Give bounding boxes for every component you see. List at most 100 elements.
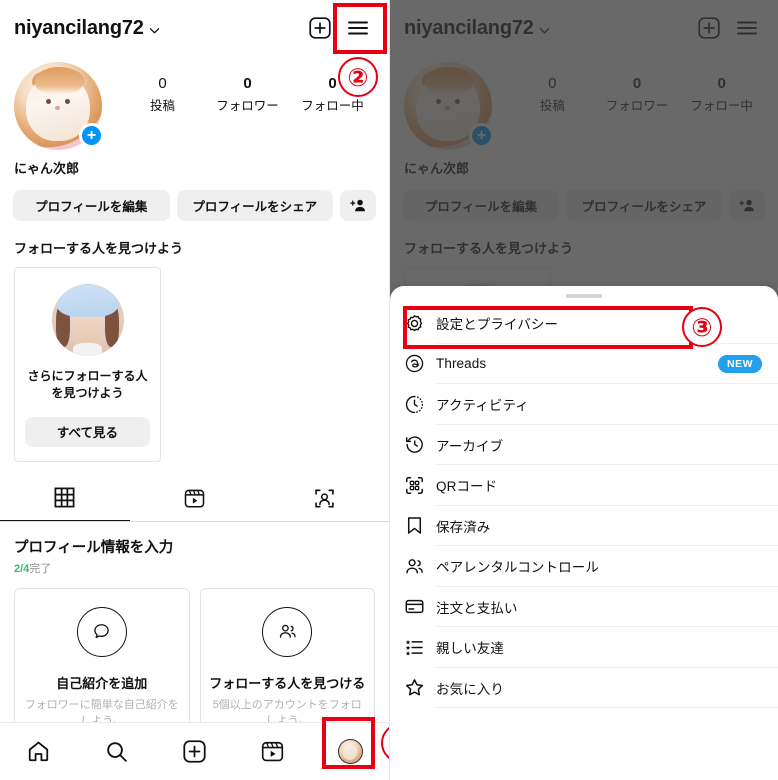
tab-tagged[interactable]	[259, 476, 389, 521]
completion-card-follow-body-line1: 5個以上のアカウントをフォロ	[212, 698, 362, 711]
annotation-marker-3: ③	[682, 307, 722, 347]
annotation-marker-2: ②	[338, 57, 378, 97]
screenshot-stage: niyancilang72 + 0 投稿 0 フォロワー 0 フォロー中 にゃん…	[0, 0, 778, 780]
home-icon	[29, 741, 49, 762]
menu-item-orders-and-payments[interactable]: 注文と支払い	[390, 587, 778, 627]
discover-card-wrap: さらにフォローする人 を見つけよう すべて見る	[0, 257, 389, 462]
tab-grid[interactable]	[0, 476, 130, 521]
avatar-detail	[57, 285, 118, 318]
menu-item-activity[interactable]: アクティビティ	[390, 384, 778, 425]
people-icon	[404, 556, 436, 577]
stat-followers[interactable]: 0 フォロワー	[205, 74, 290, 114]
completion-card-follow[interactable]: フォローする人を見つける 5個以上のアカウントをフォロ しよう。	[199, 587, 375, 738]
discover-section-title: フォローする人を見つけよう	[14, 241, 184, 256]
avatar-detail	[342, 745, 358, 761]
completion-card-bio-heading: 自己紹介を追加	[56, 675, 148, 691]
nav-profile-button[interactable]	[311, 739, 389, 764]
avatar-detail	[73, 343, 102, 356]
avatar-detail	[54, 106, 60, 110]
menu-bottom-sheet: 設定とプライバシー Threads NEW アクティビティ アーカイブ QRコー…	[390, 286, 778, 780]
chevron-down-icon	[149, 25, 160, 36]
add-person-icon	[349, 199, 365, 212]
menu-list: 設定とプライバシー Threads NEW アクティビティ アーカイブ QRコー…	[390, 298, 778, 708]
menu-item-favorites[interactable]: お気に入り	[390, 668, 778, 708]
nav-home-button[interactable]	[0, 739, 78, 764]
stat-posts-count: 0	[158, 75, 167, 92]
suggested-card-text-line1: さらにフォローする人	[27, 369, 148, 383]
stat-followers-label: フォロワー	[216, 98, 279, 113]
star-icon	[404, 677, 436, 698]
credit-card-icon	[404, 596, 436, 617]
menu-separator	[436, 707, 778, 708]
suggested-card-text: さらにフォローする人 を見つけよう	[25, 368, 150, 403]
menu-item-label: お気に入り	[436, 681, 504, 697]
stat-posts[interactable]: 0 投稿	[120, 74, 205, 114]
instagram-profile-screen: niyancilang72 + 0 投稿 0 フォロワー 0 フォロー中 にゃん…	[0, 0, 389, 780]
nav-create-button[interactable]	[156, 739, 234, 764]
nav-search-button[interactable]	[78, 739, 156, 764]
avatar-detail	[45, 98, 51, 104]
profile-action-buttons: プロフィールを編集 プロフィールをシェア	[0, 177, 389, 221]
username-switcher[interactable]: niyancilang72	[14, 17, 160, 40]
bookmark-icon	[404, 515, 436, 536]
archive-clock-icon	[404, 434, 436, 455]
qr-code-icon	[404, 475, 436, 496]
nav-reels-button[interactable]	[233, 739, 311, 764]
speech-bubble-icon	[76, 606, 127, 657]
tagged-person-icon	[314, 489, 334, 508]
share-profile-button[interactable]: プロフィールをシェア	[176, 190, 333, 221]
menu-item-label: 保存済み	[436, 519, 491, 535]
menu-item-label: ペアレンタルコントロール	[436, 560, 599, 576]
menu-item-archive[interactable]: アーカイブ	[390, 425, 778, 465]
menu-item-label: 親しい友達	[436, 641, 504, 657]
suggested-user-avatar	[51, 284, 124, 356]
hamburger-menu-icon	[348, 21, 368, 35]
stat-following-label: フォロー中	[301, 98, 364, 113]
see-all-button[interactable]: すべて見る	[25, 416, 150, 447]
edit-profile-button[interactable]: プロフィールを編集	[13, 190, 170, 221]
menu-item-label: 設定とプライバシー	[436, 317, 559, 333]
panel-menu-sheet-screen: niyancilang72	[389, 0, 778, 780]
menu-item-label: アクティビティ	[436, 398, 529, 414]
grid-icon	[54, 487, 75, 508]
panel-profile-screen: niyancilang72 + 0 投稿 0 フォロワー 0 フォロー中 にゃん…	[0, 0, 389, 780]
menu-item-saved[interactable]: 保存済み	[390, 506, 778, 546]
hamburger-menu-button[interactable]	[339, 9, 377, 47]
close-friends-list-icon	[404, 637, 436, 658]
menu-item-label: アーカイブ	[436, 438, 504, 454]
people-icon	[262, 606, 313, 657]
tab-reels[interactable]	[130, 476, 260, 521]
profile-username: niyancilang72	[14, 16, 144, 39]
menu-item-label: QRコード	[436, 479, 498, 495]
reels-icon	[261, 741, 283, 762]
profile-header-row: + 0 投稿 0 フォロワー 0 フォロー中	[0, 56, 389, 150]
profile-stats: 0 投稿 0 フォロワー 0 フォロー中	[102, 62, 375, 114]
stat-followers-count: 0	[243, 75, 252, 92]
menu-item-qr-code[interactable]: QRコード	[390, 465, 778, 506]
completion-fraction: 2/4	[14, 562, 30, 575]
profile-tab-strip	[0, 476, 389, 522]
add-story-plus-icon[interactable]: +	[79, 123, 104, 148]
menu-item-close-friends[interactable]: 親しい友達	[390, 627, 778, 668]
threads-icon	[404, 353, 436, 374]
menu-item-label: 注文と支払い	[436, 600, 518, 616]
add-person-button[interactable]	[340, 190, 376, 221]
profile-completion-progress: 2/4完了	[0, 557, 389, 576]
completion-card-bio[interactable]: 自己紹介を追加 フォロワーに簡単な自己紹介を しよう。	[14, 587, 190, 738]
plus-square-icon	[309, 17, 331, 39]
activity-clock-icon	[404, 394, 436, 415]
menu-item-threads[interactable]: Threads NEW	[390, 344, 778, 384]
completion-card-bio-body-line1: フォロワーに簡単な自己紹介を	[24, 698, 179, 711]
profile-avatar-icon	[337, 739, 363, 764]
gear-settings-icon	[404, 313, 436, 334]
suggested-user-card[interactable]: さらにフォローする人 を見つけよう すべて見る	[14, 267, 161, 462]
completion-card-follow-heading: フォローする人を見つける	[209, 675, 366, 691]
menu-item-parental-controls[interactable]: ペアレンタルコントロール	[390, 546, 778, 587]
status-badge-new: NEW	[718, 354, 762, 373]
profile-top-bar: niyancilang72	[0, 0, 389, 56]
plus-square-icon	[183, 740, 206, 763]
profile-avatar[interactable]: +	[14, 62, 104, 150]
create-new-button[interactable]	[301, 9, 339, 47]
profile-completion-title: プロフィール情報を入力	[14, 539, 174, 556]
bottom-navigation-bar	[0, 722, 389, 780]
